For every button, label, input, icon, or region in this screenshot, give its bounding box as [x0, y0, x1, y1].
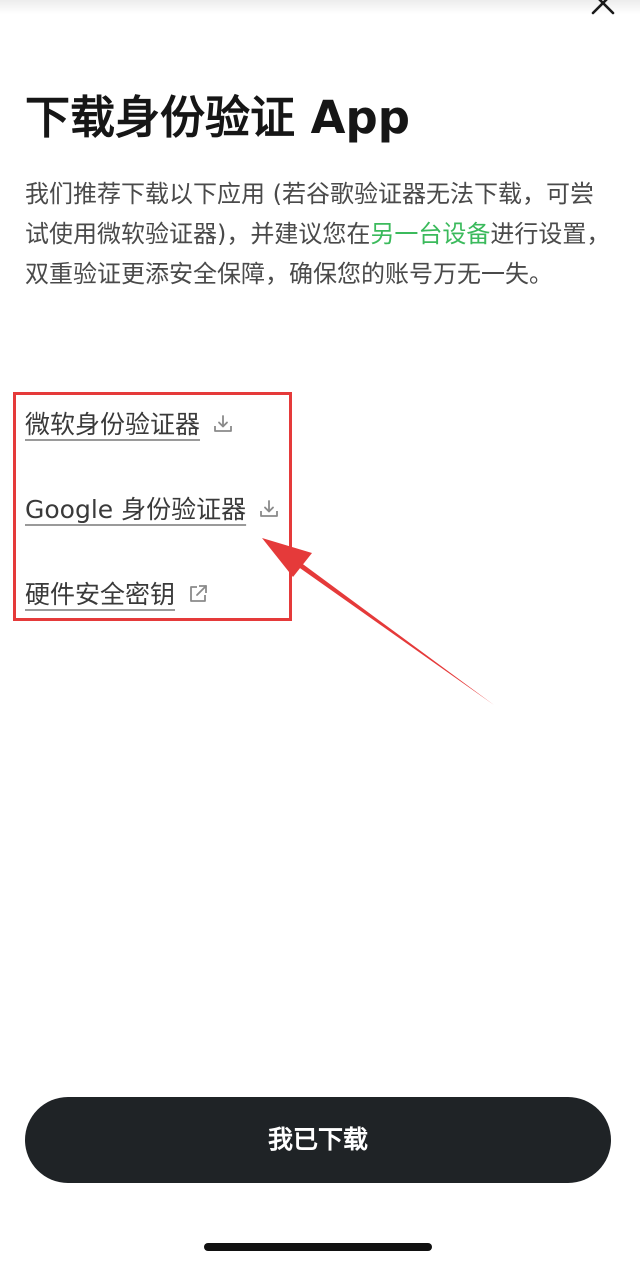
page-title: 下载身份验证 App [25, 91, 410, 144]
close-icon [591, 0, 615, 15]
home-indicator [204, 1243, 432, 1251]
another-device-link[interactable]: 另一台设备 [370, 220, 490, 248]
downloaded-confirm-button[interactable]: 我已下载 [25, 1097, 611, 1183]
close-button[interactable] [588, 0, 618, 18]
annotation-highlight-box [13, 392, 292, 621]
top-edge-shadow [0, 0, 640, 14]
page-description: 我们推荐下载以下应用 (若谷歌验证器无法下载，可尝试使用微软验证器)，并建议您在… [25, 174, 617, 294]
